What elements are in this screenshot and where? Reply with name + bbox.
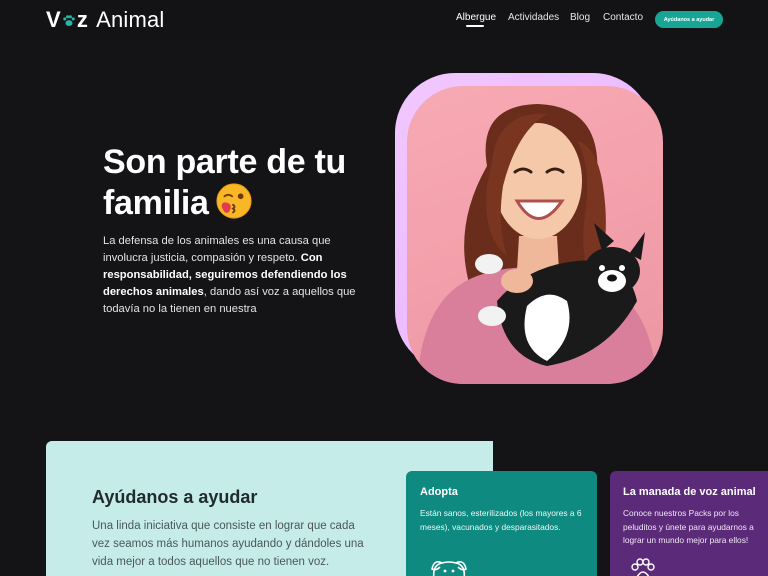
help-section-text: Una linda iniciativa que consiste en log… — [92, 520, 364, 568]
paw-icon — [631, 558, 655, 576]
help-section-title: Ayúdanos a ayudar — [92, 487, 258, 507]
hero-title-line2: familia — [103, 184, 209, 222]
site-logo[interactable]: V z Animal — [46, 7, 165, 32]
nav-item-actividades[interactable]: Actividades — [508, 12, 559, 23]
paw-icon — [63, 15, 75, 27]
nav-item-blog[interactable]: Blog — [570, 12, 590, 23]
hero-photo-woman-with-dog — [407, 86, 663, 384]
adopt-card-text: Están sanos, esterilizados (los mayores … — [420, 508, 582, 532]
top-navbar: V z Animal Albergue Actividades Blog Con… — [0, 0, 768, 40]
pack-card-title: La manada de voz animal — [623, 486, 756, 498]
hero-illustration — [417, 104, 657, 384]
nav-item-contacto[interactable]: Contacto — [603, 12, 643, 23]
help-cta-button[interactable]: Ayúdanos a ayudar — [655, 11, 723, 28]
dog-icon — [431, 561, 467, 576]
pack-card[interactable]: La manada de voz animal Conoce nuestros … — [610, 471, 768, 576]
adopt-card-title: Adopta — [420, 486, 458, 498]
hero-title-line1: Son parte de tu — [103, 143, 346, 181]
nav-item-albergue[interactable]: Albergue — [456, 12, 496, 27]
pack-card-text: Conoce nuestros Packs por los peluditos … — [623, 508, 754, 545]
hero-text-part1: La defensa de los animales es una causa … — [103, 235, 331, 264]
adopt-card[interactable]: Adopta Están sanos, esterilizados (los m… — [406, 471, 597, 576]
hero-description: La defensa de los animales es una causa … — [103, 233, 365, 318]
kissing-face-emoji-icon — [216, 183, 252, 219]
logo-letter-v: V — [46, 7, 61, 32]
hero-title: Son parte de tu familia — [103, 142, 403, 223]
logo-word: Animal — [96, 7, 165, 32]
logo-letter-z: z — [76, 7, 89, 32]
